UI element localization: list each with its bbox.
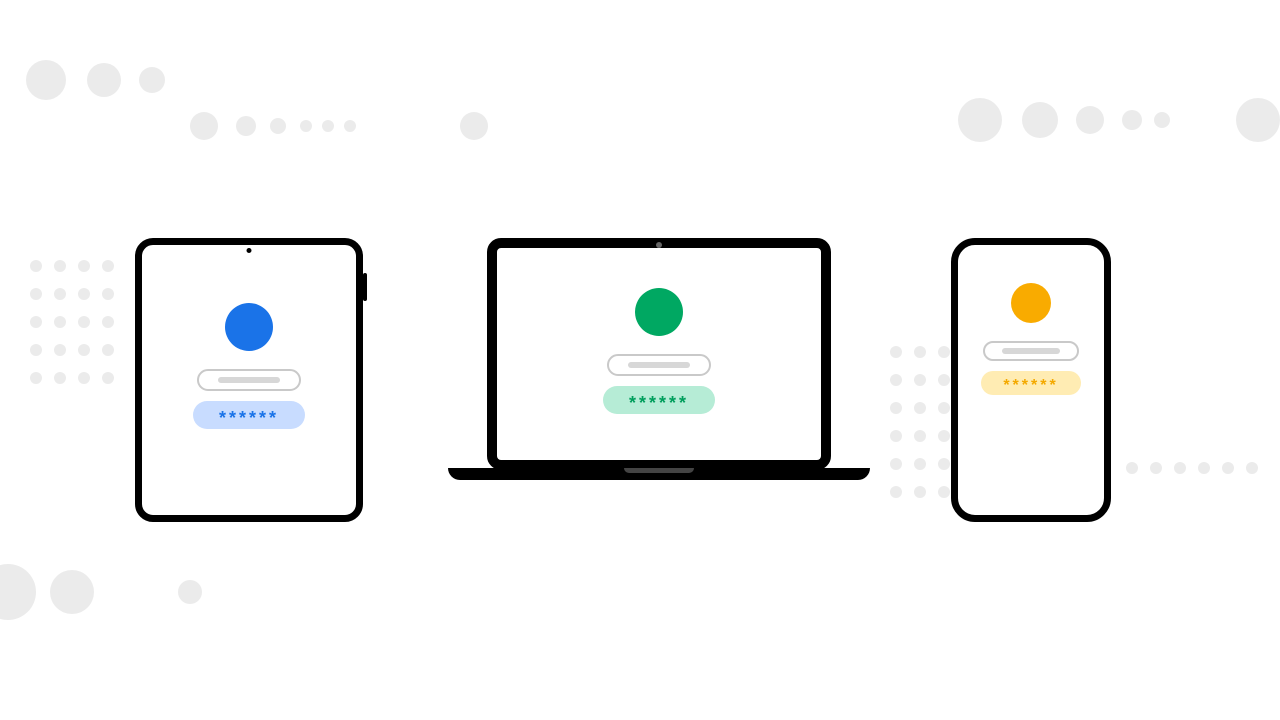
diagram-canvas: ****** ****** ****** <box>0 0 1280 720</box>
password-field: ****** <box>193 401 305 429</box>
username-placeholder-bar <box>628 362 690 368</box>
laptop-device: ****** <box>487 238 831 470</box>
phone-device: ****** <box>951 238 1111 522</box>
decorative-dots-bottom-left <box>0 552 240 632</box>
user-avatar-icon <box>225 303 273 351</box>
tablet-device: ****** <box>135 238 363 522</box>
password-field: ****** <box>981 371 1081 395</box>
user-avatar-icon <box>635 288 683 336</box>
decorative-dots-top-left <box>0 52 510 172</box>
decorative-dots-top-right <box>940 90 1280 150</box>
username-field <box>983 341 1079 361</box>
username-placeholder-bar <box>1002 348 1059 354</box>
username-field <box>197 369 301 391</box>
decorative-dots-right-trail <box>1122 458 1280 488</box>
user-avatar-icon <box>1011 283 1051 323</box>
decorative-dot-grid-left <box>26 256 136 456</box>
laptop-base <box>448 468 870 480</box>
laptop-login-card: ****** <box>603 288 715 414</box>
username-field <box>607 354 711 376</box>
password-field: ****** <box>603 386 715 414</box>
phone-login-card: ****** <box>981 283 1081 395</box>
tablet-login-card: ****** <box>193 303 305 429</box>
username-placeholder-bar <box>218 377 280 383</box>
